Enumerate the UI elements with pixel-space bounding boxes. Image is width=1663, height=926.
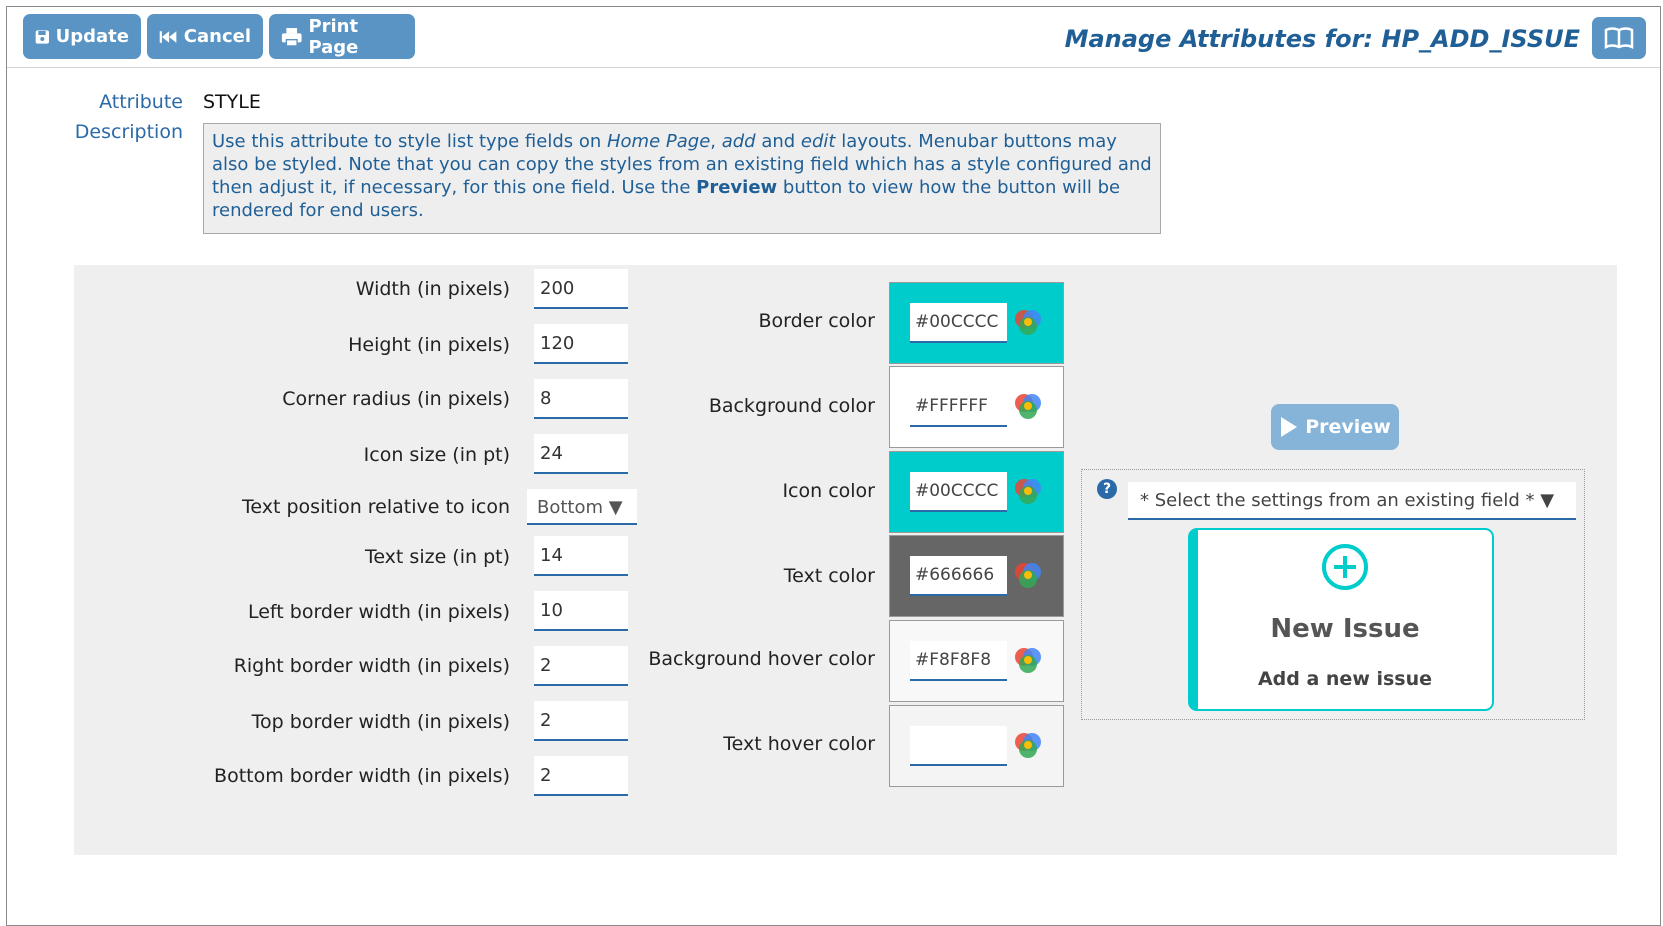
save-icon <box>35 29 49 44</box>
update-label: Update <box>55 26 129 47</box>
plus-circle-icon <box>1322 544 1368 590</box>
border-color-input[interactable]: #00CCCC <box>910 303 1007 343</box>
toolbar: Update Cancel Print Page Manage Attribut… <box>7 7 1660 68</box>
color-picker-icon[interactable] <box>1012 645 1044 677</box>
sample-button-title: New Issue <box>1270 614 1420 644</box>
description-label: Description <box>74 121 183 143</box>
text-hover-color-input[interactable] <box>910 726 1007 766</box>
text-hover-color-swatch <box>889 705 1064 787</box>
icon-color-swatch: #00CCCC <box>889 451 1064 533</box>
attribute-value: STYLE <box>203 91 261 113</box>
border-color-label: Border color <box>758 310 875 332</box>
color-picker-icon[interactable] <box>1012 560 1044 592</box>
icon-color-input[interactable]: #00CCCC <box>910 472 1007 512</box>
sample-button-subtitle: Add a new issue <box>1257 668 1433 690</box>
update-button[interactable]: Update <box>23 14 141 59</box>
cancel-button[interactable]: Cancel <box>147 14 263 59</box>
text-color-label: Text color <box>783 565 875 587</box>
background-hover-color-label: Background hover color <box>648 648 875 670</box>
preview-button[interactable]: Preview <box>1271 404 1399 450</box>
color-picker-icon[interactable] <box>1012 307 1044 339</box>
app-window: Update Cancel Print Page Manage Attribut… <box>6 6 1661 926</box>
background-hover-color-input[interactable]: #F8F8F8 <box>910 641 1007 681</box>
style-settings-panel: Width (in pixels) Height (in pixels) Cor… <box>74 265 1617 855</box>
copy-settings-select[interactable]: * Select the settings from an existing f… <box>1128 482 1576 520</box>
text-color-input[interactable]: #666666 <box>910 556 1007 596</box>
color-labels: Border color Background color Icon color… <box>74 265 875 855</box>
preview-label: Preview <box>1305 416 1391 438</box>
background-color-swatch: #FFFFFF <box>889 366 1064 448</box>
attribute-label: Attribute <box>99 91 183 113</box>
print-page-button[interactable]: Print Page <box>269 14 415 59</box>
rewind-icon <box>159 30 177 43</box>
background-hover-color-swatch: #F8F8F8 <box>889 620 1064 702</box>
icon-color-label: Icon color <box>782 480 875 502</box>
preview-area: ? * Select the settings from an existing… <box>1081 469 1585 720</box>
book-icon <box>1604 27 1634 50</box>
color-picker-icon[interactable] <box>1012 730 1044 762</box>
background-color-input[interactable]: #FFFFFF <box>910 387 1007 427</box>
help-manual-button[interactable] <box>1592 17 1646 59</box>
background-color-label: Background color <box>708 395 875 417</box>
text-color-swatch: #666666 <box>889 535 1064 617</box>
color-picker-icon[interactable] <box>1012 391 1044 423</box>
page-title: Manage Attributes for: HP_ADD_ISSUE <box>1064 25 1580 53</box>
print-page-label: Print Page <box>308 15 359 58</box>
border-color-swatch: #00CCCC <box>889 282 1064 364</box>
cancel-label: Cancel <box>183 26 251 47</box>
description-text: Use this attribute to style list type fi… <box>203 123 1161 234</box>
help-icon[interactable]: ? <box>1097 479 1117 499</box>
text-hover-color-label: Text hover color <box>723 733 875 755</box>
play-icon <box>1281 417 1298 437</box>
sample-menubar-button[interactable]: New Issue Add a new issue <box>1188 528 1494 711</box>
color-picker-icon[interactable] <box>1012 476 1044 508</box>
printer-icon <box>281 27 302 47</box>
